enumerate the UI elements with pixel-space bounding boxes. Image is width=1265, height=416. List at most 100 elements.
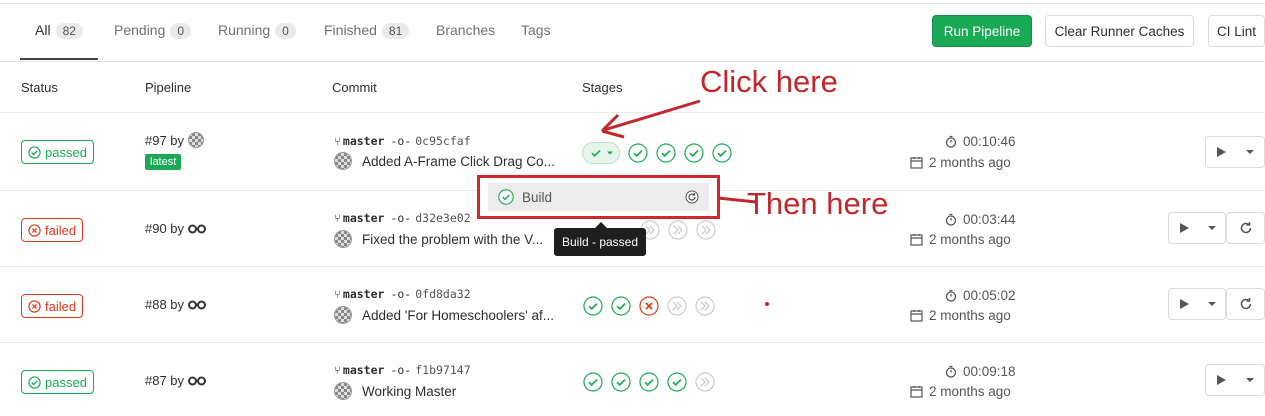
- stage-skipped-icon[interactable]: [695, 296, 715, 316]
- x-circle-icon: [28, 299, 41, 313]
- stage-passed-icon[interactable]: [712, 143, 732, 163]
- commit-sha[interactable]: f1b97147: [415, 363, 470, 377]
- tab-tags[interactable]: Tags: [521, 22, 551, 60]
- branch-name[interactable]: master: [343, 211, 385, 225]
- stage-passed-icon[interactable]: [667, 372, 687, 392]
- stage-passed-icon[interactable]: [684, 143, 704, 163]
- play-icon: [1217, 147, 1226, 157]
- retry-button[interactable]: [1226, 288, 1265, 320]
- tab-label: Branches: [436, 22, 496, 38]
- stage-failed-icon[interactable]: [639, 296, 659, 316]
- calendar-icon: [910, 234, 923, 246]
- ci-lint-button[interactable]: CI Lint: [1208, 15, 1265, 47]
- stage-skipped-icon[interactable]: [696, 220, 716, 240]
- avatar: [188, 376, 207, 385]
- top-divider: [0, 3, 1265, 4]
- finished-at: 2 months ago: [910, 308, 1011, 323]
- avatar: [334, 152, 352, 170]
- stage-dropdown-label: Build: [522, 189, 553, 205]
- retry-button[interactable]: [1226, 212, 1265, 244]
- commit-sha[interactable]: 0c95cfaf: [415, 134, 470, 148]
- stage-skipped-icon[interactable]: [695, 372, 715, 392]
- stage-passed-icon[interactable]: [611, 296, 631, 316]
- status-label: passed: [45, 374, 87, 390]
- clear-runner-caches-button[interactable]: Clear Runner Caches: [1045, 15, 1194, 47]
- commit-ref: ⑂ master -o- 0fd8da32: [334, 287, 471, 301]
- timer-icon: [945, 135, 957, 148]
- stage-passed-icon[interactable]: [639, 372, 659, 392]
- stage-passed-icon[interactable]: [583, 296, 603, 316]
- latest-badge: latest: [145, 154, 182, 170]
- run-pipeline-button[interactable]: Run Pipeline: [932, 15, 1032, 47]
- tab-running[interactable]: Running 0: [218, 22, 296, 60]
- commit-ref: ⑂ master -o- d32e3e02: [334, 211, 471, 225]
- status-badge[interactable]: failed: [21, 218, 84, 242]
- annotation-dot: [765, 302, 769, 306]
- calendar-icon: [910, 310, 923, 322]
- branch-name[interactable]: master: [343, 363, 385, 377]
- branch-name[interactable]: master: [343, 134, 385, 148]
- play-manual-actions-button[interactable]: [1205, 364, 1265, 396]
- x-circle-icon: [28, 223, 41, 237]
- commit-message: Added A-Frame Click Drag Co...: [334, 152, 555, 170]
- tab-branches[interactable]: Branches: [436, 22, 495, 60]
- commit-title[interactable]: Added 'For Homeschoolers' af...: [362, 308, 554, 323]
- play-manual-actions-button[interactable]: [1168, 212, 1226, 244]
- caret-down-icon: [1246, 150, 1254, 154]
- avatar: [334, 382, 352, 400]
- duration: 00:10:46: [945, 134, 1016, 149]
- stage-passed-icon[interactable]: [656, 143, 676, 163]
- annotation-arrow-icon: [600, 99, 701, 139]
- tab-label: Tags: [521, 22, 551, 38]
- commit-message: Fixed the problem with the V...: [334, 230, 543, 248]
- annotation-connector: [718, 196, 757, 204]
- stage-build-toggle[interactable]: [582, 142, 620, 164]
- retry-icon[interactable]: [685, 190, 699, 204]
- stage-passed-icon: [591, 149, 601, 158]
- tab-finished[interactable]: Finished 81: [324, 22, 410, 60]
- status-badge[interactable]: failed: [21, 294, 84, 318]
- play-icon: [1179, 299, 1189, 309]
- play-manual-actions-button[interactable]: [1205, 136, 1265, 168]
- column-header-pipeline: Pipeline: [145, 80, 192, 95]
- stage-passed-icon[interactable]: [628, 143, 648, 163]
- commit-title[interactable]: Added A-Frame Click Drag Co...: [362, 154, 555, 169]
- tab-count: 0: [170, 23, 192, 39]
- commit-ref: ⑂ master -o- f1b97147: [334, 363, 471, 377]
- tab-pending[interactable]: Pending 0: [114, 22, 192, 60]
- pipeline-id[interactable]: #87 by: [145, 373, 207, 388]
- commit-title[interactable]: Fixed the problem with the V...: [362, 232, 543, 247]
- commit-icon: -o-: [390, 211, 412, 225]
- branch-name[interactable]: master: [343, 287, 385, 301]
- pipeline-id[interactable]: #97 by: [145, 132, 205, 148]
- pipeline-id[interactable]: #90 by: [145, 221, 207, 236]
- status-badge[interactable]: passed: [21, 140, 94, 164]
- finished-value: 2 months ago: [929, 155, 1011, 170]
- stage-skipped-icon[interactable]: [667, 296, 687, 316]
- calendar-icon: [910, 386, 923, 398]
- commit-sha[interactable]: d32e3e02: [415, 211, 470, 225]
- timer-icon: [945, 213, 957, 226]
- tab-label: Running: [218, 22, 271, 38]
- commit-sha[interactable]: 0fd8da32: [415, 287, 470, 301]
- pipeline-label: #97 by: [145, 132, 185, 148]
- avatar: [334, 230, 352, 248]
- tab-label: All: [35, 22, 51, 38]
- tab-all[interactable]: All 82: [20, 22, 98, 60]
- duration: 00:09:18: [945, 364, 1016, 379]
- commit-title[interactable]: Working Master: [362, 384, 456, 399]
- commit-icon: -o-: [390, 287, 412, 301]
- stage-dropdown-item-build[interactable]: Build: [488, 183, 709, 211]
- status-label: failed: [45, 222, 77, 238]
- tab-count: 0: [275, 23, 296, 39]
- stage-passed-icon[interactable]: [611, 372, 631, 392]
- status-label: failed: [45, 298, 77, 314]
- stage-skipped-icon[interactable]: [668, 220, 688, 240]
- pipeline-label: #88 by: [145, 297, 185, 312]
- play-manual-actions-button[interactable]: [1168, 288, 1226, 320]
- status-badge[interactable]: passed: [21, 370, 94, 394]
- pipeline-id[interactable]: #88 by: [145, 297, 207, 312]
- column-header-commit: Commit: [332, 80, 377, 95]
- timer-icon: [945, 289, 957, 302]
- stage-passed-icon[interactable]: [583, 372, 603, 392]
